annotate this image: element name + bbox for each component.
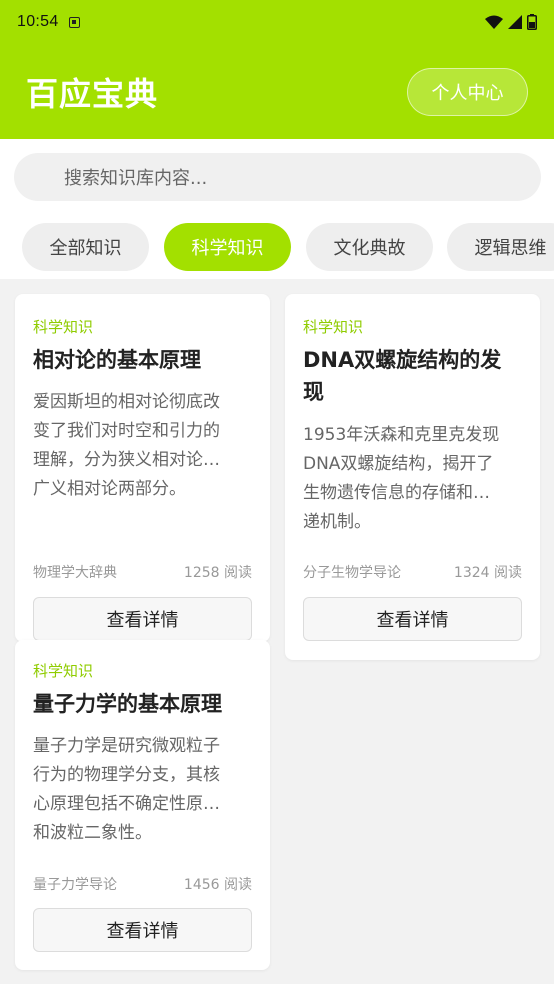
app-notification-icon bbox=[68, 16, 80, 28]
card-category: 科学知识 bbox=[303, 318, 364, 336]
card-source: 分子生物学导论 bbox=[303, 565, 401, 581]
card-read-count: 1324 阅读 bbox=[453, 565, 522, 581]
card-category: 科学知识 bbox=[33, 662, 94, 680]
card-description: 爱因斯坦的相对论彻底改 变了我们对时空和引力的 理解，分为狭义相对论… 广义相对… bbox=[33, 392, 220, 499]
tab-science[interactable]: 科学知识 bbox=[164, 223, 291, 271]
card-source: 物理学大辞典 bbox=[33, 565, 117, 581]
view-details-button[interactable]: 查看详情 bbox=[303, 597, 522, 641]
status-time: 10:54 bbox=[17, 13, 59, 30]
app-title: 百应宝典 bbox=[26, 74, 159, 113]
knowledge-card[interactable]: 科学知识 DNA双螺旋结构的发 现 1953年沃森和克里克发现 DNA双螺旋结构… bbox=[285, 294, 540, 660]
tab-culture[interactable]: 文化典故 bbox=[306, 223, 433, 271]
wifi-icon bbox=[485, 15, 503, 29]
status-icons bbox=[485, 14, 537, 30]
category-tabs: 全部知识 科学知识 文化典故 逻辑思维 bbox=[0, 211, 554, 279]
signal-icon bbox=[508, 15, 522, 29]
search-icon bbox=[37, 168, 50, 181]
view-details-button[interactable]: 查看详情 bbox=[33, 908, 252, 952]
knowledge-card[interactable]: 科学知识 相对论的基本原理 爱因斯坦的相对论彻底改 变了我们对时空和引力的 理解… bbox=[15, 294, 270, 642]
card-read-count: 1456 阅读 bbox=[183, 877, 252, 893]
tab-logic[interactable]: 逻辑思维 bbox=[447, 223, 554, 271]
tab-all[interactable]: 全部知识 bbox=[22, 223, 149, 271]
card-source: 量子力学导论 bbox=[33, 877, 117, 893]
app-header: 百应宝典 个人中心 bbox=[0, 44, 554, 139]
card-title: 量子力学的基本原理 bbox=[33, 692, 222, 716]
card-description: 1953年沃森和克里克发现 DNA双螺旋结构，揭开了 生物遗传信息的存储和… 递… bbox=[303, 425, 500, 532]
card-title: 相对论的基本原理 bbox=[33, 348, 201, 372]
view-details-button[interactable]: 查看详情 bbox=[33, 597, 252, 641]
search-placeholder: 搜索知识库内容... bbox=[64, 168, 208, 189]
card-description: 量子力学是研究微观粒子 行为的物理学分支，其核 心原理包括不确定性原… 和波粒二… bbox=[33, 736, 220, 843]
search-bar-container: 搜索知识库内容... bbox=[0, 139, 554, 211]
status-bar: 10:54 bbox=[0, 0, 554, 44]
card-read-count: 1258 阅读 bbox=[183, 565, 252, 581]
battery-icon bbox=[527, 14, 537, 30]
profile-center-button[interactable]: 个人中心 bbox=[407, 67, 528, 116]
knowledge-card[interactable]: 科学知识 量子力学的基本原理 量子力学是研究微观粒子 行为的物理学分支，其核 心… bbox=[15, 640, 270, 970]
card-category: 科学知识 bbox=[33, 318, 94, 336]
search-input[interactable]: 搜索知识库内容... bbox=[14, 153, 541, 201]
card-title: DNA双螺旋结构的发 现 bbox=[303, 348, 502, 404]
